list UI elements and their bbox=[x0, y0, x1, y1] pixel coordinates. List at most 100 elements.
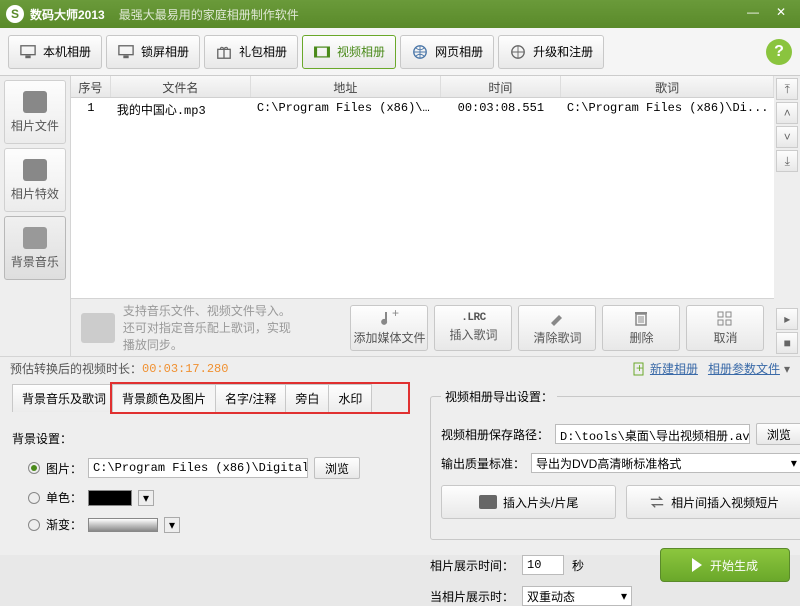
monitor-icon bbox=[19, 44, 37, 60]
subtab-name[interactable]: 名字/注释 bbox=[215, 384, 286, 412]
tab-label: 本机相册 bbox=[43, 43, 91, 60]
subtab-bgcolor[interactable]: 背景颜色及图片 bbox=[112, 384, 216, 412]
new-doc-icon: + bbox=[632, 362, 646, 376]
chevron-down-icon: ▾ bbox=[784, 362, 790, 376]
swap-icon bbox=[649, 495, 665, 509]
grid-icon bbox=[715, 309, 735, 327]
side-label: 相片文件 bbox=[11, 117, 59, 134]
side-photo-files[interactable]: 相片文件 bbox=[4, 80, 66, 144]
color-dropdown[interactable]: ▾ bbox=[138, 490, 154, 506]
solid-color-swatch[interactable] bbox=[88, 490, 132, 506]
col-address[interactable]: 地址 bbox=[251, 76, 441, 97]
browse-output-button[interactable]: 浏览 bbox=[756, 423, 800, 445]
play-icon bbox=[692, 558, 702, 572]
gradient-dropdown[interactable]: ▾ bbox=[164, 517, 180, 533]
save-path-field[interactable]: D:\tools\桌面\导出视频相册.avi bbox=[555, 424, 750, 444]
sec-label: 秒 bbox=[572, 557, 584, 574]
camera-icon bbox=[23, 91, 47, 113]
gradient-swatch[interactable] bbox=[88, 518, 158, 532]
close-button[interactable]: ✕ bbox=[768, 5, 794, 23]
subtab-bgm[interactable]: 背景音乐及歌词 bbox=[12, 384, 116, 412]
radio-image[interactable] bbox=[28, 462, 40, 474]
radio-solid[interactable] bbox=[28, 492, 40, 504]
help-button[interactable]: ? bbox=[766, 39, 792, 65]
subtab-narration[interactable]: 旁白 bbox=[285, 384, 329, 412]
browse-image-button[interactable]: 浏览 bbox=[314, 457, 360, 479]
when-show-select[interactable]: 双重动态▾ bbox=[522, 586, 632, 606]
tab-label: 升级和注册 bbox=[533, 43, 593, 60]
lrc-icon: .LRC bbox=[461, 312, 485, 324]
insert-clip-button[interactable]: 插入片头/片尾 bbox=[441, 485, 616, 519]
quality-select[interactable]: 导出为DVD高清晰标准格式▾ bbox=[531, 453, 800, 473]
start-generate-button[interactable]: 开始生成 bbox=[660, 548, 790, 582]
cancel-button[interactable]: 取消 bbox=[686, 305, 764, 351]
stop-button[interactable]: ■ bbox=[776, 332, 798, 354]
delete-button[interactable]: 删除 bbox=[602, 305, 680, 351]
tab-gift-album[interactable]: 礼包相册 bbox=[204, 35, 298, 69]
tab-upgrade[interactable]: 升级和注册 bbox=[498, 35, 604, 69]
btn-label: 删除 bbox=[629, 329, 653, 346]
play-button[interactable]: ▸ bbox=[776, 308, 798, 330]
quality-value: 导出为DVD高清晰标准格式 bbox=[536, 455, 681, 472]
status-bar: 预估转换后的视频时长： 00:03:17.280 +新建相册 相册参数文件▾ bbox=[0, 356, 800, 380]
col-index[interactable]: 序号 bbox=[71, 76, 111, 97]
param-file-link[interactable]: 相册参数文件▾ bbox=[708, 360, 790, 377]
radio-solid-label: 单色： bbox=[46, 489, 82, 506]
bottom-panel: 背景音乐及歌词 背景颜色及图片 名字/注释 旁白 水印 背景设置： 图片： C:… bbox=[0, 380, 800, 555]
side-nav: 相片文件 相片特效 背景音乐 bbox=[0, 76, 71, 356]
tab-local-album[interactable]: 本机相册 bbox=[8, 35, 102, 69]
move-up-button[interactable]: ˄ bbox=[776, 102, 798, 124]
radio-gradient-label: 渐变： bbox=[46, 516, 82, 533]
add-media-button[interactable]: +添加媒体文件 bbox=[350, 305, 428, 351]
cell-filename: 我的中国心.mp3 bbox=[111, 98, 251, 120]
show-time-field[interactable]: 10 bbox=[522, 555, 564, 575]
highlighted-subtabs: 背景颜色及图片 名字/注释 旁白 水印 bbox=[110, 382, 410, 414]
main-tabs: 本机相册 锁屏相册 礼包相册 视频相册 网页相册 升级和注册 ? bbox=[0, 28, 800, 76]
status-label: 预估转换后的视频时长： bbox=[10, 360, 142, 377]
table-header: 序号 文件名 地址 时间 歌词 bbox=[71, 76, 775, 98]
globe-icon bbox=[509, 44, 527, 60]
fx-icon bbox=[23, 159, 47, 181]
cell-address: C:\Program Files (x86)\Di... bbox=[251, 98, 441, 120]
gift-icon bbox=[215, 44, 233, 60]
new-album-link[interactable]: +新建相册 bbox=[632, 360, 698, 377]
export-legend: 视频相册导出设置： bbox=[441, 388, 557, 405]
radio-gradient[interactable] bbox=[28, 519, 40, 531]
clear-lyric-button[interactable]: 清除歌词 bbox=[518, 305, 596, 351]
tab-label: 视频相册 bbox=[337, 43, 385, 60]
media-table: 序号 文件名 地址 时间 歌词 1 我的中国心.mp3 C:\Program F… bbox=[71, 76, 775, 356]
tab-lock-album[interactable]: 锁屏相册 bbox=[106, 35, 200, 69]
move-down-button[interactable]: ˅ bbox=[776, 126, 798, 148]
hint-text: 支持音乐文件、视频文件导入。 还可对指定音乐配上歌词，实现 播放同步。 bbox=[81, 302, 345, 353]
col-time[interactable]: 时间 bbox=[441, 76, 561, 97]
footer-controls-2: 当相片展示时： 双重动态▾ bbox=[430, 586, 790, 606]
move-bottom-button[interactable]: ⤓ bbox=[776, 150, 798, 172]
image-path-field[interactable]: C:\Program Files (x86)\DigitalMast bbox=[88, 458, 308, 478]
side-label: 背景音乐 bbox=[11, 253, 59, 270]
music-note-icon bbox=[81, 313, 115, 343]
col-filename[interactable]: 文件名 bbox=[111, 76, 251, 97]
trash-icon bbox=[631, 309, 651, 327]
table-row[interactable]: 1 我的中国心.mp3 C:\Program Files (x86)\Di...… bbox=[71, 98, 775, 120]
footer-controls: 相片展示时间： 10 秒 开始生成 bbox=[430, 548, 790, 582]
export-pane: 视频相册导出设置： 视频相册保存路径： D:\tools\桌面\导出视频相册.a… bbox=[420, 380, 800, 555]
subtab-watermark[interactable]: 水印 bbox=[328, 384, 372, 412]
col-lyric[interactable]: 歌词 bbox=[561, 76, 775, 97]
hint-label: 支持音乐文件、视频文件导入。 还可对指定音乐配上歌词，实现 播放同步。 bbox=[123, 302, 291, 353]
move-top-button[interactable]: ⤒ bbox=[776, 78, 798, 100]
insert-between-button[interactable]: 相片间插入视频短片 bbox=[626, 485, 800, 519]
monitor-icon bbox=[117, 44, 135, 60]
tab-web-album[interactable]: 网页相册 bbox=[400, 35, 494, 69]
side-bgm[interactable]: 背景音乐 bbox=[4, 216, 66, 280]
hammer-icon bbox=[547, 309, 567, 327]
app-title: 数码大师2013 bbox=[30, 6, 105, 23]
side-photo-fx[interactable]: 相片特效 bbox=[4, 148, 66, 212]
camera-icon bbox=[479, 495, 497, 509]
minimize-button[interactable]: — bbox=[740, 5, 766, 23]
quality-label: 输出质量标准： bbox=[441, 455, 525, 472]
insert-lyric-button[interactable]: .LRC插入歌词 bbox=[434, 305, 512, 351]
tab-video-album[interactable]: 视频相册 bbox=[302, 35, 396, 69]
btn-label: 开始生成 bbox=[710, 557, 758, 574]
media-toolbar: 支持音乐文件、视频文件导入。 还可对指定音乐配上歌词，实现 播放同步。 +添加媒… bbox=[71, 298, 775, 356]
table-body[interactable]: 1 我的中国心.mp3 C:\Program Files (x86)\Di...… bbox=[71, 98, 775, 298]
